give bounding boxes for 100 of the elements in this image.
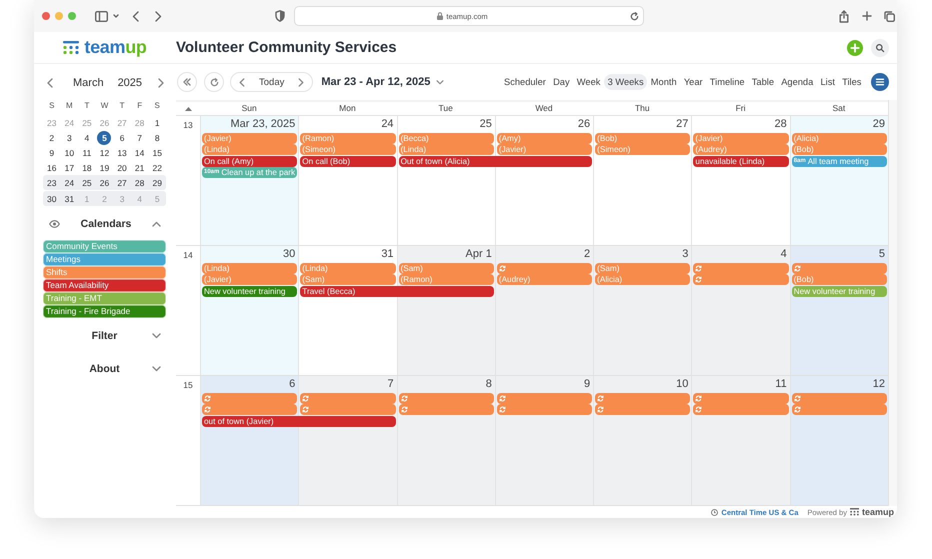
shield-icon[interactable] (275, 10, 285, 22)
eye-icon[interactable] (49, 220, 60, 228)
mini-day[interactable]: 6 (115, 130, 130, 144)
sidebar-icon[interactable] (95, 10, 108, 22)
mini-day[interactable]: 8 (150, 130, 164, 144)
mini-day[interactable]: 30 (44, 192, 59, 206)
mini-day[interactable]: 17 (62, 160, 76, 174)
mini-day[interactable]: 21 (132, 160, 147, 174)
previous-month-icon[interactable] (47, 78, 53, 88)
event-chip[interactable] (300, 392, 396, 404)
tabs-icon[interactable] (884, 10, 895, 22)
minimize-button[interactable] (55, 12, 63, 20)
view-tab[interactable]: Day (549, 74, 574, 90)
close-button[interactable] (42, 12, 50, 20)
event-chip[interactable]: Travel (Becca) (300, 286, 494, 296)
today-button[interactable]: Today (259, 76, 284, 88)
section-title[interactable]: About (89, 363, 120, 375)
event-chip[interactable] (202, 404, 298, 415)
mini-day[interactable]: 20 (115, 160, 130, 174)
event-chip[interactable] (496, 262, 592, 274)
view-tab[interactable]: Table (748, 74, 778, 90)
chevron-up-icon[interactable] (152, 221, 161, 227)
event-chip[interactable] (792, 404, 887, 415)
mini-day[interactable]: 19 (97, 160, 112, 174)
mini-day[interactable]: 18 (80, 160, 94, 174)
event-chip[interactable] (693, 392, 789, 404)
mini-day[interactable]: 3 (62, 130, 76, 144)
event-chip[interactable]: New volunteer training (202, 286, 298, 296)
refresh-button[interactable] (204, 72, 224, 92)
event-chip[interactable]: Out of town (Alicia) (398, 156, 592, 166)
plus-icon[interactable] (862, 11, 872, 21)
event-chip[interactable] (202, 392, 298, 404)
search-icon[interactable] (871, 38, 889, 56)
mini-day[interactable]: 10 (62, 146, 76, 160)
collapse-sidebar-button[interactable] (177, 72, 197, 92)
event-chip[interactable] (398, 392, 494, 404)
triangle-up-icon[interactable] (184, 106, 192, 110)
chevron-down-icon[interactable] (113, 14, 119, 18)
event-chip[interactable] (693, 274, 789, 285)
view-tab[interactable]: Timeline (706, 74, 748, 90)
mini-day[interactable]: 23 (44, 176, 59, 190)
mini-day[interactable]: 16 (44, 160, 59, 174)
view-tab[interactable]: Week (573, 74, 604, 90)
event-chip[interactable] (496, 404, 592, 415)
event-chip[interactable] (595, 392, 690, 404)
next-month-icon[interactable] (158, 78, 164, 88)
mini-day[interactable]: 24 (62, 176, 76, 190)
mini-day[interactable]: 31 (62, 192, 76, 206)
mini-day[interactable]: 1 (150, 116, 164, 130)
mini-day[interactable]: 13 (115, 146, 130, 160)
section-title[interactable]: Calendars (60, 218, 152, 230)
event-chip[interactable]: On call (Amy) (202, 156, 298, 166)
mini-day[interactable]: 22 (150, 160, 164, 174)
back-icon[interactable] (132, 10, 139, 22)
event-chip[interactable] (792, 262, 887, 274)
mini-day[interactable]: 5 (97, 130, 112, 144)
mini-day[interactable]: 11 (80, 146, 94, 160)
view-tab[interactable]: Agenda (778, 74, 817, 90)
calendar-item[interactable]: Training - Fire Brigade (43, 305, 166, 318)
event-chip[interactable] (595, 404, 690, 415)
mini-day[interactable]: 2 (44, 130, 59, 144)
event-chip[interactable] (300, 404, 396, 415)
view-tab[interactable]: Scheduler (500, 74, 550, 90)
date-range-button[interactable]: Mar 23 - Apr 12, 2025 (321, 76, 444, 88)
event-chip[interactable] (693, 262, 789, 274)
mini-day[interactable]: 15 (150, 146, 164, 160)
mini-day[interactable]: 27 (115, 176, 130, 190)
previous-icon[interactable] (239, 78, 245, 86)
chevron-down-icon[interactable] (152, 366, 161, 372)
mini-day[interactable]: 14 (132, 146, 147, 160)
mini-day[interactable]: 25 (80, 176, 94, 190)
next-icon[interactable] (298, 78, 304, 86)
event-chip[interactable]: On call (Bob) (300, 156, 396, 166)
section-title[interactable]: Filter (92, 330, 118, 342)
event-chip[interactable] (496, 392, 592, 404)
share-icon[interactable] (839, 10, 849, 22)
forward-icon[interactable] (155, 10, 162, 22)
calendar-item[interactable]: Team Availability (43, 279, 166, 292)
event-chip[interactable] (792, 392, 887, 404)
mini-day[interactable]: 7 (132, 130, 147, 144)
mini-day[interactable]: 26 (97, 176, 112, 190)
view-tab[interactable]: Month (647, 74, 680, 90)
event-chip[interactable]: unavailable (Linda) (693, 156, 789, 166)
event-chip[interactable]: out of town (Javier) (202, 416, 396, 426)
view-tab[interactable]: List (816, 74, 839, 90)
year-label[interactable]: 2025 (118, 77, 142, 89)
menu-icon[interactable] (871, 73, 889, 91)
zoom-button[interactable] (68, 12, 76, 20)
scrollbar-track[interactable] (888, 100, 897, 506)
chevron-down-icon[interactable] (152, 333, 161, 339)
event-chip[interactable] (693, 404, 789, 415)
mini-day[interactable]: 9 (44, 146, 59, 160)
view-tab[interactable]: Tiles (838, 74, 865, 90)
mini-day[interactable]: 29 (150, 176, 164, 190)
mini-day[interactable]: 12 (97, 146, 112, 160)
reload-icon[interactable] (630, 12, 639, 20)
mini-day[interactable]: 28 (132, 176, 147, 190)
view-tab[interactable]: Year (680, 74, 706, 90)
add-event-icon[interactable] (847, 40, 863, 56)
month-label[interactable]: March (73, 77, 104, 89)
